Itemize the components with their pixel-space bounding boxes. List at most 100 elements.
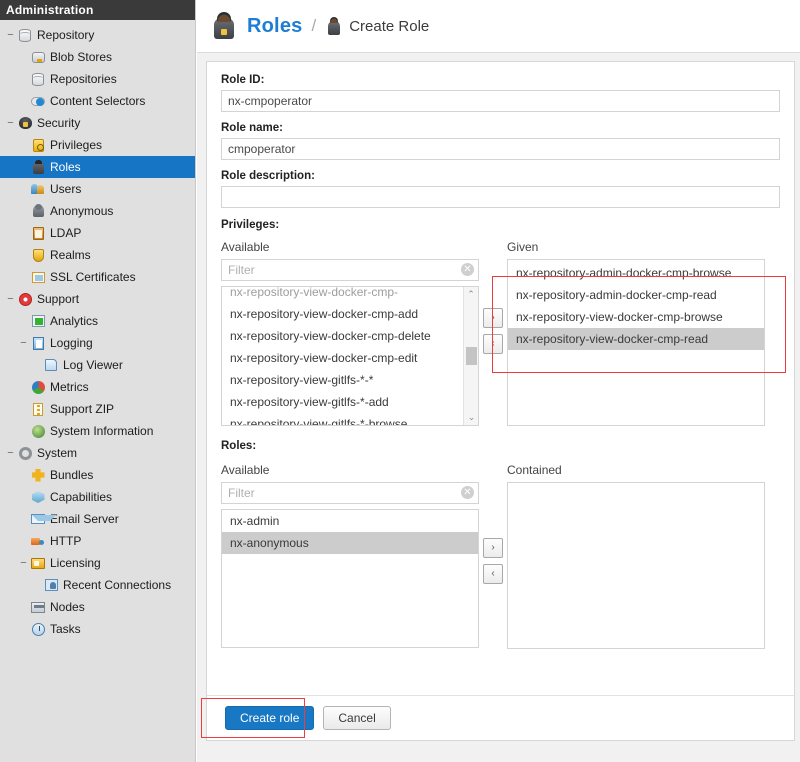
privilege-available-item[interactable]: nx-repository-view-gitlfs-*-browse [222, 413, 478, 426]
sidebar-item-label: Tasks [50, 622, 81, 636]
sidebar-item-http[interactable]: HTTP [0, 530, 195, 552]
sidebar-item-capabilities[interactable]: Capabilities [0, 486, 195, 508]
privileges-label: Privileges: [221, 219, 780, 231]
sidebar-item-repository[interactable]: − Repository [0, 24, 195, 46]
application-window: Administration −RepositoryBlob StoresRep… [0, 0, 800, 762]
sidebar-item-privileges[interactable]: Privileges [0, 134, 195, 156]
list-item-label: nx-repository-view-docker-cmp-browse [516, 310, 723, 324]
sidebar-item-licensing[interactable]: −Licensing [0, 552, 195, 574]
sidebar-item-support[interactable]: −Support [0, 288, 195, 310]
sidebar-item-email-server[interactable]: Email Server [0, 508, 195, 530]
collapse-expander-icon[interactable]: − [4, 294, 17, 305]
sidebar-item-recent-connections[interactable]: Recent Connections [0, 574, 195, 596]
privilege-available-item[interactable]: nx-repository-view-docker-cmp-delete [222, 325, 478, 347]
list-item-label: nx-repository-view-docker-cmp-edit [230, 351, 417, 365]
list-item-label: nx-repository-view-gitlfs-*-add [230, 395, 389, 409]
list-item-label: nx-anonymous [230, 536, 309, 550]
collapse-expander-icon[interactable]: − [4, 30, 17, 41]
sidebar-item-support-zip[interactable]: Support ZIP [0, 398, 195, 420]
privilege-given-item[interactable]: nx-repository-admin-docker-cmp-browse [508, 262, 764, 284]
create-role-officer-icon [325, 16, 343, 36]
roles-filter[interactable]: ✕ [221, 482, 479, 504]
roles-filter-input[interactable] [221, 482, 479, 504]
security-badge-icon [17, 115, 33, 131]
logging-icon [30, 335, 46, 351]
collapse-expander-icon[interactable]: − [4, 448, 17, 459]
sidebar-item-repositories[interactable]: Repositories [0, 68, 195, 90]
sidebar-item-tasks[interactable]: Tasks [0, 618, 195, 640]
privilege-available-item[interactable]: nx-repository-view-gitlfs-*-* [222, 369, 478, 391]
scroll-down-icon[interactable]: ⌄ [464, 410, 479, 425]
list-item-label: nx-repository-view-gitlfs-*-browse [230, 417, 407, 426]
scroll-up-icon[interactable]: ⌃ [464, 287, 478, 302]
privileges-remove-button[interactable]: ‹ [483, 334, 503, 354]
role-id-input[interactable] [221, 90, 780, 112]
list-item-label: nx-repository-view-gitlfs-*-* [230, 373, 373, 387]
sidebar-item-ssl-certificates[interactable]: SSL Certificates [0, 266, 195, 288]
privilege-given-item[interactable]: nx-repository-admin-docker-cmp-read [508, 284, 764, 306]
privileges-filter-input[interactable] [221, 259, 479, 281]
sidebar-item-bundles[interactable]: Bundles [0, 464, 195, 486]
sidebar-item-label: SSL Certificates [50, 270, 136, 284]
role-available-item[interactable]: nx-admin [222, 510, 478, 532]
gear-icon [17, 445, 33, 461]
privilege-given-item[interactable]: nx-repository-view-docker-cmp-read [508, 328, 764, 350]
sidebar-item-anonymous[interactable]: Anonymous [0, 200, 195, 222]
ldap-book-icon [30, 225, 46, 241]
privilege-given-item[interactable]: nx-repository-view-docker-cmp-browse [508, 306, 764, 328]
privileges-available-column: Available ✕ nx-repository-view-docker-cm… [221, 240, 479, 426]
sidebar-item-metrics[interactable]: Metrics [0, 376, 195, 398]
sidebar-item-realms[interactable]: Realms [0, 244, 195, 266]
collapse-expander-icon[interactable]: − [4, 118, 17, 129]
roles-available-list[interactable]: nx-admin nx-anonymous [221, 509, 479, 648]
privileges-available-label: Available [221, 240, 479, 254]
sidebar-item-logging[interactable]: −Logging [0, 332, 195, 354]
privilege-available-item[interactable]: nx-repository-view-docker-cmp-edit [222, 347, 478, 369]
sidebar-item-nodes[interactable]: Nodes [0, 596, 195, 618]
sidebar-item-content-selectors[interactable]: Content Selectors [0, 90, 195, 112]
cancel-button[interactable]: Cancel [323, 706, 390, 730]
sidebar-item-label: System [37, 446, 77, 460]
email-icon [30, 511, 46, 527]
sidebar-item-security[interactable]: −Security [0, 112, 195, 134]
sidebar-nav-list: − Repository Blob StoresRepositoriesConten… [0, 20, 195, 640]
sidebar-item-ldap[interactable]: LDAP [0, 222, 195, 244]
role-description-input[interactable] [221, 186, 780, 208]
scrollbar-thumb[interactable] [466, 347, 477, 365]
sidebar-item-label: Repository [37, 28, 94, 42]
privileges-filter[interactable]: ✕ [221, 259, 479, 281]
create-role-button[interactable]: Create role [225, 706, 314, 730]
role-available-item[interactable]: nx-anonymous [222, 532, 478, 554]
create-role-form-panel: Role ID: Role name: Role description: Pr… [206, 61, 795, 741]
breadcrumb-title[interactable]: Roles [247, 15, 302, 38]
list-item-label: nx-repository-view-docker-cmp-add [230, 307, 418, 321]
sidebar-item-users[interactable]: Users [0, 178, 195, 200]
sidebar-item-label: Privileges [50, 138, 102, 152]
anonymous-icon [30, 203, 46, 219]
sidebar-item-label: Anonymous [50, 204, 113, 218]
sidebar-item-analytics[interactable]: Analytics [0, 310, 195, 332]
sidebar-item-system[interactable]: − System [0, 442, 195, 464]
sidebar-item-log-viewer[interactable]: Log Viewer [0, 354, 195, 376]
role-name-input[interactable] [221, 138, 780, 160]
clear-icon[interactable]: ✕ [461, 486, 474, 499]
roles-add-button[interactable]: › [483, 538, 503, 558]
privileges-available-scrollbar[interactable]: ⌃ ⌄ [463, 287, 478, 425]
privileges-given-list[interactable]: nx-repository-admin-docker-cmp-browsenx-… [507, 259, 765, 426]
privilege-available-item[interactable]: nx-repository-view-gitlfs-*-add [222, 391, 478, 413]
roles-contained-list[interactable] [507, 482, 765, 649]
sidebar-item-label: Email Server [50, 512, 119, 526]
privilege-available-item[interactable]: nx-repository-view-docker-cmp-add [222, 303, 478, 325]
privileges-transfer-buttons: › ‹ [479, 240, 507, 354]
roles-remove-button[interactable]: ‹ [483, 564, 503, 584]
privileges-add-button[interactable]: › [483, 308, 503, 328]
sidebar-item-system-information[interactable]: System Information [0, 420, 195, 442]
privilege-available-item[interactable]: nx-repository-view-docker-cmp- [222, 286, 478, 303]
privileges-available-list[interactable]: nx-repository-view-docker-cmp-nx-reposit… [221, 286, 479, 426]
sidebar-item-roles[interactable]: Roles [0, 156, 195, 178]
role-description-label: Role description: [221, 170, 780, 182]
collapse-expander-icon[interactable]: − [17, 558, 30, 569]
sidebar-item-blob-stores[interactable]: Blob Stores [0, 46, 195, 68]
collapse-expander-icon[interactable]: − [17, 338, 30, 349]
clear-icon[interactable]: ✕ [461, 263, 474, 276]
